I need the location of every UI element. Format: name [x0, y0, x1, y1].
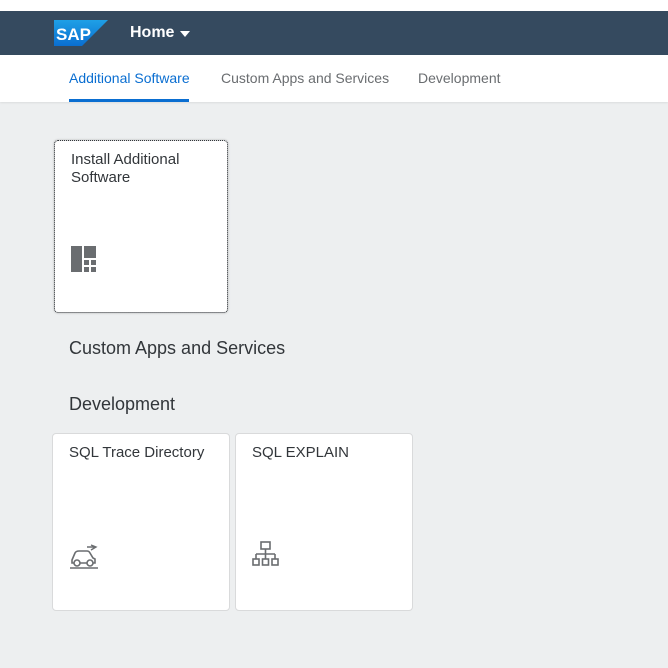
tab-custom-apps-and-services[interactable]: Custom Apps and Services [221, 70, 389, 86]
svg-text:SAP: SAP [56, 25, 91, 44]
home-label: Home [130, 24, 175, 41]
caret-down-icon [180, 30, 191, 37]
tile-sql-trace-directory[interactable]: SQL Trace Directory [52, 433, 230, 611]
tile-install-additional-software[interactable]: Install Additional Software [54, 140, 228, 313]
group-title-custom-apps: Custom Apps and Services [69, 338, 286, 358]
tile-title: SQL EXPLAIN [252, 444, 349, 461]
car-trace-icon [70, 544, 98, 569]
hierarchy-icon [252, 541, 279, 566]
tab-additional-software[interactable]: Additional Software [69, 70, 190, 86]
active-tab-indicator [69, 99, 189, 102]
dashboard-icon [71, 246, 96, 272]
tile-sql-explain[interactable]: SQL EXPLAIN [235, 433, 413, 611]
tile-title: SQL Trace Directory [69, 444, 205, 461]
sap-logo[interactable]: SAP [54, 20, 108, 46]
anchor-bar: Additional Software Custom Apps and Serv… [0, 55, 668, 102]
home-menu-button[interactable]: Home [130, 22, 191, 44]
shell-bar: SAP Home [0, 11, 668, 55]
window-top-strip [0, 0, 668, 11]
tab-development[interactable]: Development [418, 70, 501, 86]
tile-title: Install Additional Software [71, 151, 180, 186]
group-title-development: Development [69, 394, 176, 414]
